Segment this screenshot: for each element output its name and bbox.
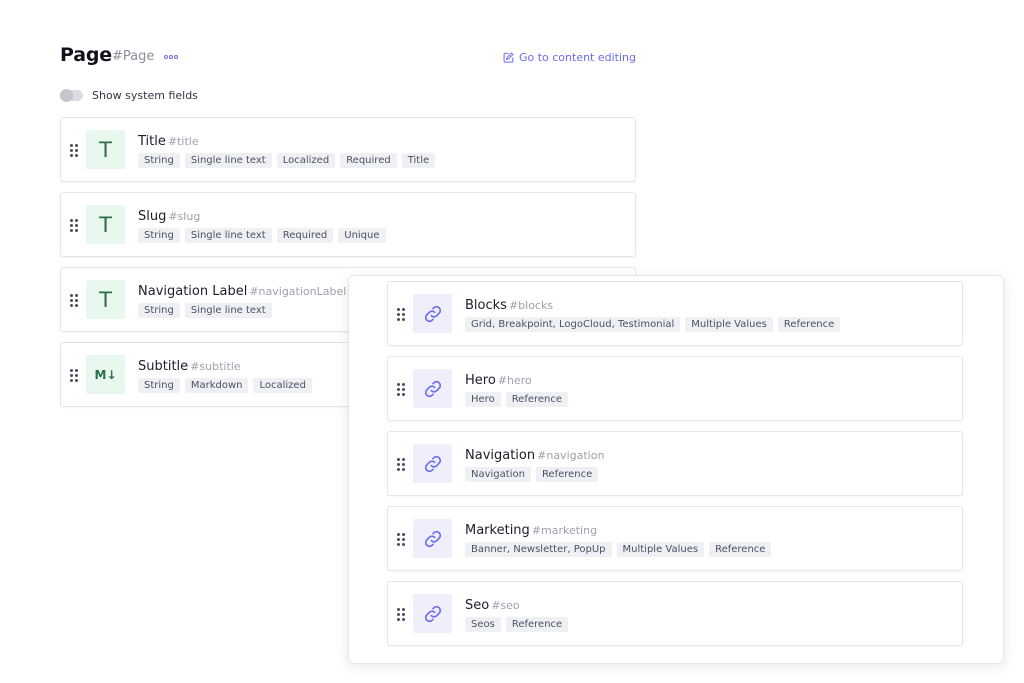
page-api-id: #Page [112, 49, 155, 64]
field-tags: String Single line text Required Unique [138, 228, 386, 243]
drag-handle-icon[interactable] [69, 218, 79, 232]
field-api-id: #seo [491, 599, 520, 612]
field-api-id: #navigationLabel [249, 285, 347, 298]
field-tag: String [138, 153, 180, 168]
drag-handle-icon[interactable] [396, 457, 406, 471]
field-tag: Localized [276, 153, 336, 168]
field-label: Seo [465, 598, 490, 613]
field-tag: Reference [505, 617, 569, 632]
drag-handle-icon[interactable] [396, 607, 406, 621]
field-tags: Hero Reference [465, 392, 569, 407]
field-tag: Multiple Values [685, 317, 773, 332]
field-name: Blocks #blocks [465, 298, 553, 313]
field-card-blocks[interactable]: Blocks #blocks Grid, Breakpoint, LogoClou… [387, 281, 963, 346]
field-api-id: #hero [497, 374, 532, 387]
system-fields-toggle-row: Show system fields [60, 87, 198, 103]
field-tag: Navigation [465, 467, 531, 482]
field-tags: Seos Reference [465, 617, 569, 632]
field-label: Navigation Label [138, 284, 248, 299]
field-name: Navigation #navigation [465, 448, 604, 463]
drag-handle-icon[interactable] [69, 293, 79, 307]
field-tag: Reference [535, 467, 599, 482]
drag-handle-icon[interactable] [69, 143, 79, 157]
field-api-id: #navigation [537, 449, 605, 462]
field-label: Marketing [465, 523, 530, 538]
link-icon [413, 444, 452, 483]
field-card-title[interactable]: T Title #title String Single line text Lo… [60, 117, 636, 182]
field-tag: Single line text [184, 228, 272, 243]
page-header: Page #Page Go to content editing [60, 44, 636, 72]
string-field-icon: T [86, 280, 125, 319]
drag-handle-icon[interactable] [396, 382, 406, 396]
field-tag: String [138, 378, 180, 393]
field-tag: Reference [709, 542, 772, 557]
field-name: Title #title [138, 134, 199, 149]
system-fields-toggle[interactable] [60, 88, 83, 102]
field-tags: Navigation Reference [465, 467, 599, 482]
field-tags: String Single line text Localized Requir… [138, 153, 436, 168]
field-api-id: #title [167, 135, 199, 148]
field-tag: Reference [777, 317, 841, 332]
field-label: Hero [465, 373, 496, 388]
field-tag: Single line text [184, 303, 272, 318]
go-to-content-editing-link[interactable]: Go to content editing [503, 51, 636, 64]
field-tag: Hero [465, 392, 501, 407]
field-api-id: #slug [168, 210, 201, 223]
field-tag: Required [340, 153, 397, 168]
field-label: Slug [138, 209, 167, 224]
field-name: Marketing #marketing [465, 523, 597, 538]
field-tag: Markdown [184, 378, 249, 393]
field-tag: Single line text [184, 153, 272, 168]
system-fields-label: Show system fields [92, 88, 198, 102]
field-tag: String [138, 228, 180, 243]
page-title: Page [60, 44, 112, 66]
reference-fields-panel: Blocks #blocks Grid, Breakpoint, LogoClou… [348, 275, 1004, 664]
field-tags: Grid, Breakpoint, LogoCloud, Testimonial… [465, 317, 841, 332]
field-name: Seo #seo [465, 598, 520, 613]
field-tag: Banner, Newsletter, PopUp [465, 542, 612, 557]
field-tags: Banner, Newsletter, PopUp Multiple Value… [465, 542, 772, 557]
field-label: Subtitle [138, 359, 189, 374]
markdown-field-icon: M↓ [86, 355, 125, 394]
field-name: Slug #slug [138, 209, 200, 224]
link-icon [413, 594, 452, 633]
field-label: Blocks [465, 298, 507, 313]
field-tag: String [138, 303, 180, 318]
field-tag: Required [276, 228, 334, 243]
field-card-hero[interactable]: Hero #hero Hero Reference [387, 356, 963, 421]
go-to-content-editing-label: Go to content editing [518, 51, 636, 64]
field-name: Navigation Label #navigationLabel [138, 284, 346, 299]
field-label: Title [138, 134, 166, 149]
field-card-slug[interactable]: T Slug #slug String Single line text Requ… [60, 192, 636, 257]
field-api-id: #marketing [531, 524, 598, 537]
field-tag: Reference [505, 392, 569, 407]
field-card-seo[interactable]: Seo #seo Seos Reference [387, 581, 963, 646]
field-card-navigation[interactable]: Navigation #navigation Navigation Referen… [387, 431, 963, 496]
string-field-icon: T [86, 205, 125, 244]
field-tag: Unique [338, 228, 386, 243]
field-tag: Title [401, 153, 436, 168]
drag-handle-icon[interactable] [396, 532, 406, 546]
field-tag: Grid, Breakpoint, LogoCloud, Testimonial [465, 317, 681, 332]
field-tags: String Single line text [138, 303, 272, 318]
field-api-id: #blocks [508, 299, 554, 312]
field-api-id: #subtitle [190, 360, 241, 373]
ellipsis-icon[interactable] [164, 54, 178, 60]
link-icon [413, 519, 452, 558]
drag-handle-icon[interactable] [396, 307, 406, 321]
field-tags: String Markdown Localized [138, 378, 312, 393]
field-name: Hero #hero [465, 373, 532, 388]
field-tag: Localized [253, 378, 312, 393]
drag-handle-icon[interactable] [69, 368, 79, 382]
field-tag: Multiple Values [616, 542, 705, 557]
edit-icon [503, 52, 514, 63]
field-card-marketing[interactable]: Marketing #marketing Banner, Newsletter, … [387, 506, 963, 571]
field-tag: Seos [465, 617, 501, 632]
field-label: Navigation [465, 448, 536, 463]
link-icon [413, 369, 452, 408]
field-name: Subtitle #subtitle [138, 359, 241, 374]
link-icon [413, 294, 452, 333]
string-field-icon: T [86, 130, 125, 169]
